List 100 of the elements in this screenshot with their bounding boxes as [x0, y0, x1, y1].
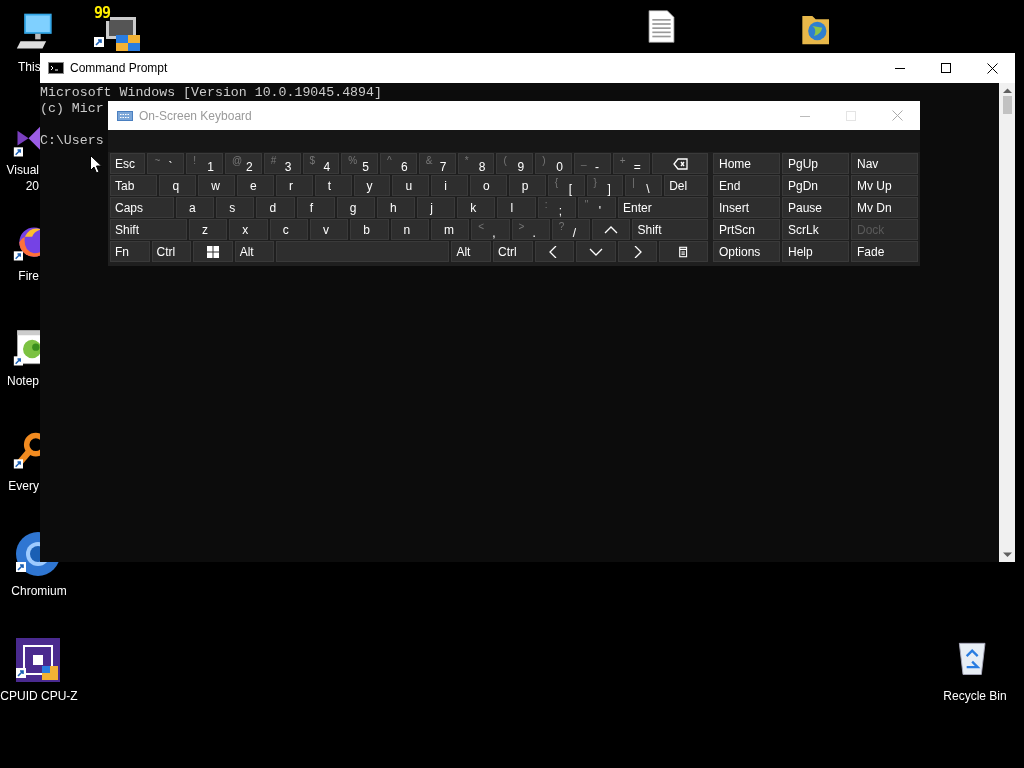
chip-icon[interactable]	[14, 636, 62, 684]
keyboard-key[interactable]: u	[392, 175, 430, 196]
keyboard-key[interactable]: h	[376, 197, 416, 218]
keyboard-key[interactable]: Alt	[234, 241, 275, 262]
keyboard-key[interactable]: > .	[511, 219, 550, 240]
icon-label: CPUID CPU-Z	[0, 688, 78, 704]
keyboard-key[interactable]: l	[497, 197, 536, 218]
keyboard-key[interactable]: Shift	[110, 219, 188, 240]
keyboard-key[interactable]: Caps	[110, 197, 175, 218]
keyboard-key[interactable]: c	[269, 219, 308, 240]
keyboard-key[interactable]: a	[176, 197, 215, 218]
keyboard-key[interactable]: t	[314, 175, 352, 196]
icon-label: This	[18, 59, 41, 75]
keyboard-key[interactable]: PrtScn	[713, 219, 780, 240]
keyboard-key[interactable]: ( 9	[496, 153, 534, 174]
keyboard-key[interactable]: Ctrl	[493, 241, 533, 262]
keyboard-key[interactable]: * 8	[457, 153, 495, 174]
keyboard-key[interactable]: ) 0	[535, 153, 572, 174]
icon-label: Every	[7, 478, 39, 494]
keyboard-key[interactable]: q	[159, 175, 197, 196]
keyboard-key[interactable]: b	[350, 219, 389, 240]
close-icon[interactable]	[986, 62, 998, 74]
scroll-down-icon[interactable]	[1002, 552, 1012, 558]
keyboard-key[interactable]: r	[275, 175, 313, 196]
keyboard-key[interactable]: Fade	[851, 241, 918, 262]
keyboard-key[interactable]: PgDn	[782, 175, 849, 196]
keyboard-key[interactable]: z	[189, 219, 228, 240]
keyboard-key[interactable]: e	[237, 175, 274, 196]
keyboard-key[interactable]: + =	[612, 153, 650, 174]
keyboard-key[interactable]: # 3	[263, 153, 301, 174]
keyboard-key[interactable]: Esc	[110, 153, 146, 174]
keyboard-key[interactable]	[659, 241, 709, 262]
keyboard-key[interactable]: Fn	[110, 241, 150, 262]
console-line: C:\Users	[40, 133, 104, 149]
scroll-up-icon[interactable]	[1002, 88, 1012, 94]
keyboard-key[interactable]	[193, 241, 233, 262]
windows-icon	[205, 245, 220, 258]
keyboard-key[interactable]: Mv Dn	[851, 197, 918, 218]
keyboard-key[interactable]: i	[431, 175, 469, 196]
icon-label: Visual 20	[5, 162, 39, 194]
keyboard-key[interactable]: s	[216, 197, 255, 218]
keyboard-key[interactable]: _ -	[573, 153, 611, 174]
keyboard-key[interactable]: | \	[625, 175, 663, 196]
keyboard-key[interactable]: @ 2	[224, 153, 262, 174]
keyboard-key[interactable]: k	[457, 197, 496, 218]
keyboard-key[interactable]	[651, 153, 709, 174]
icon-label: Recycle Bin	[942, 688, 1008, 704]
keyboard-key[interactable]: Options	[713, 241, 780, 262]
keyboard-key[interactable]: y	[353, 175, 391, 196]
keyboard-key[interactable]: v	[310, 219, 349, 240]
keyboard-key[interactable]: PgUp	[782, 153, 849, 174]
keyboard-key[interactable]: Insert	[713, 197, 780, 218]
console-icon	[48, 62, 64, 74]
keyboard-key[interactable]: Alt	[451, 241, 491, 262]
keyboard-key[interactable]: Del	[664, 175, 709, 196]
console-line: Microsoft Windows [Version 10.0.19045.4894]	[40, 85, 382, 101]
keyboard-key[interactable]: m	[430, 219, 470, 240]
keyboard-key[interactable]: { [	[547, 175, 585, 196]
scrollbar[interactable]	[999, 83, 1015, 562]
keyboard-key[interactable]: g	[336, 197, 375, 218]
keyboard-key[interactable]: ^ 6	[380, 153, 417, 174]
keyboard-key[interactable]: ~ `	[147, 153, 185, 174]
keyboard-key[interactable]: Pause	[782, 197, 849, 218]
keyboard-key[interactable]: Shift	[632, 219, 709, 240]
keyboard-key[interactable]: : ;	[537, 197, 576, 218]
keyboard-key[interactable]: n	[390, 219, 429, 240]
menu-key-icon	[677, 245, 690, 258]
keyboard-key[interactable]: Mv Up	[851, 175, 918, 196]
keyboard-key[interactable]: Nav	[851, 153, 918, 174]
keyboard-key[interactable]: Help	[782, 241, 849, 262]
icon-label: Notep	[5, 373, 39, 389]
icon-label: Chromium	[10, 583, 68, 599]
keyboard-key[interactable]: < ,	[471, 219, 510, 240]
keyboard-key[interactable]: w	[198, 175, 236, 196]
keyboard-key[interactable]: " '	[577, 197, 616, 218]
keyboard-key[interactable]: j	[417, 197, 456, 218]
scroll-thumb[interactable]	[1002, 96, 1012, 114]
keyboard-key[interactable]: & 7	[418, 153, 456, 174]
window-title: On-Screen Keyboard	[139, 108, 253, 123]
keyboard-key[interactable]: Enter	[618, 197, 709, 218]
keyboard-key[interactable]: Tab	[110, 175, 158, 196]
keyboard-key[interactable]: Ctrl	[151, 241, 192, 262]
maximize-icon[interactable]	[941, 63, 951, 73]
console-line: (c) Micr	[40, 101, 104, 117]
keyboard-key[interactable]: $ 4	[302, 153, 340, 174]
keyboard-key[interactable]: p	[508, 175, 546, 196]
window-title: Command Prompt	[70, 61, 169, 75]
keyboard-key[interactable]: End	[713, 175, 780, 196]
keyboard-key[interactable]: o	[470, 175, 507, 196]
keyboard-key[interactable]: ScrLk	[782, 219, 849, 240]
keyboard-key[interactable]: d	[256, 197, 295, 218]
keyboard-key[interactable]: Home	[713, 153, 780, 174]
keyboard-key[interactable]: % 5	[341, 153, 379, 174]
keyboard-key[interactable]: f	[296, 197, 335, 218]
keyboard-key[interactable]: ? /	[551, 219, 591, 240]
keyboard-key[interactable]: x	[229, 219, 268, 240]
keyboard-key[interactable]: ! 1	[186, 153, 223, 174]
keyboard-key[interactable]: } ]	[586, 175, 624, 196]
mouse-pointer-icon	[90, 155, 102, 174]
icon-label: Fire	[17, 268, 39, 284]
